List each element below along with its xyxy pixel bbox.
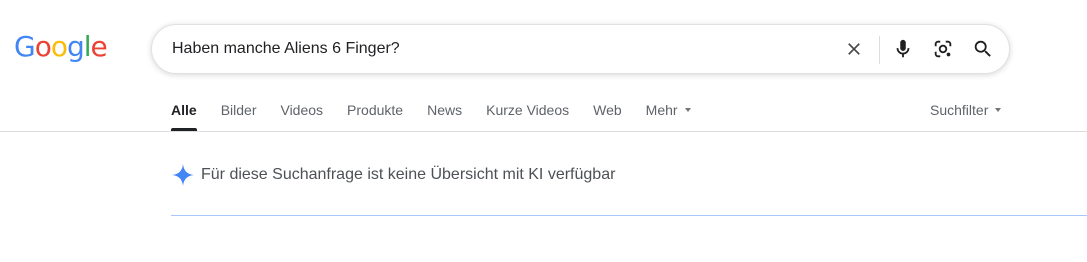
logo-letter-g2: g xyxy=(66,30,85,63)
tab-label: Alle xyxy=(171,102,197,118)
search-box xyxy=(151,24,1010,74)
tab-videos[interactable]: Videos xyxy=(280,100,323,131)
tab-label: News xyxy=(427,102,463,118)
google-logo[interactable]: Google xyxy=(14,30,108,63)
search-results-page: Google Haben manche Aliens 6 Finger? All… xyxy=(0,0,1087,262)
chevron-down-icon xyxy=(684,108,691,113)
clear-search-button[interactable] xyxy=(842,37,866,61)
logo-letter-e: e xyxy=(90,30,108,63)
tab-label: Web xyxy=(593,102,622,118)
tab-web[interactable]: Web xyxy=(593,100,622,131)
tab-label: Mehr xyxy=(645,102,678,118)
lens-icon xyxy=(934,40,952,58)
image-search-button[interactable] xyxy=(931,37,955,61)
tabs-divider xyxy=(0,131,1087,132)
search-filter-button[interactable]: Suchfilter xyxy=(930,100,1002,120)
search-input[interactable] xyxy=(172,25,812,73)
chevron-down-icon xyxy=(995,108,1002,113)
tab-produkte[interactable]: Produkte xyxy=(347,100,403,131)
logo-letter-o1: o xyxy=(34,30,52,63)
tab-kurze-videos[interactable]: Kurze Videos xyxy=(486,100,569,131)
ai-overview-notice: Für diese Suchanfrage ist keine Übersich… xyxy=(171,163,615,187)
close-icon xyxy=(848,43,860,55)
ai-overview-divider xyxy=(171,215,1087,216)
tab-label: Produkte xyxy=(347,102,404,118)
tab-label: Bilder xyxy=(220,102,257,118)
logo-letter-g: G xyxy=(14,30,36,63)
logo-letter-o2: o xyxy=(50,30,68,63)
tab-label: Videos xyxy=(280,102,324,118)
tab-alle[interactable]: Alle xyxy=(171,100,197,131)
tab-mehr[interactable]: Mehr xyxy=(646,100,691,131)
logo-letter-l: l xyxy=(83,30,92,63)
search-box-divider xyxy=(879,36,880,64)
microphone-icon xyxy=(896,39,910,58)
tab-bilder[interactable]: Bilder xyxy=(221,100,257,131)
search-icon xyxy=(974,40,991,57)
ai-overview-message: Für diese Suchanfrage ist keine Übersich… xyxy=(201,166,616,183)
search-filter-label: Suchfilter xyxy=(930,102,989,118)
search-button[interactable] xyxy=(971,37,995,61)
sparkle-icon xyxy=(172,164,194,186)
tab-label: Kurze Videos xyxy=(486,102,570,118)
voice-search-button[interactable] xyxy=(891,37,915,61)
search-tabs: Alle Bilder Videos Produkte News Kurze V… xyxy=(171,100,691,131)
tab-news[interactable]: News xyxy=(427,100,462,131)
